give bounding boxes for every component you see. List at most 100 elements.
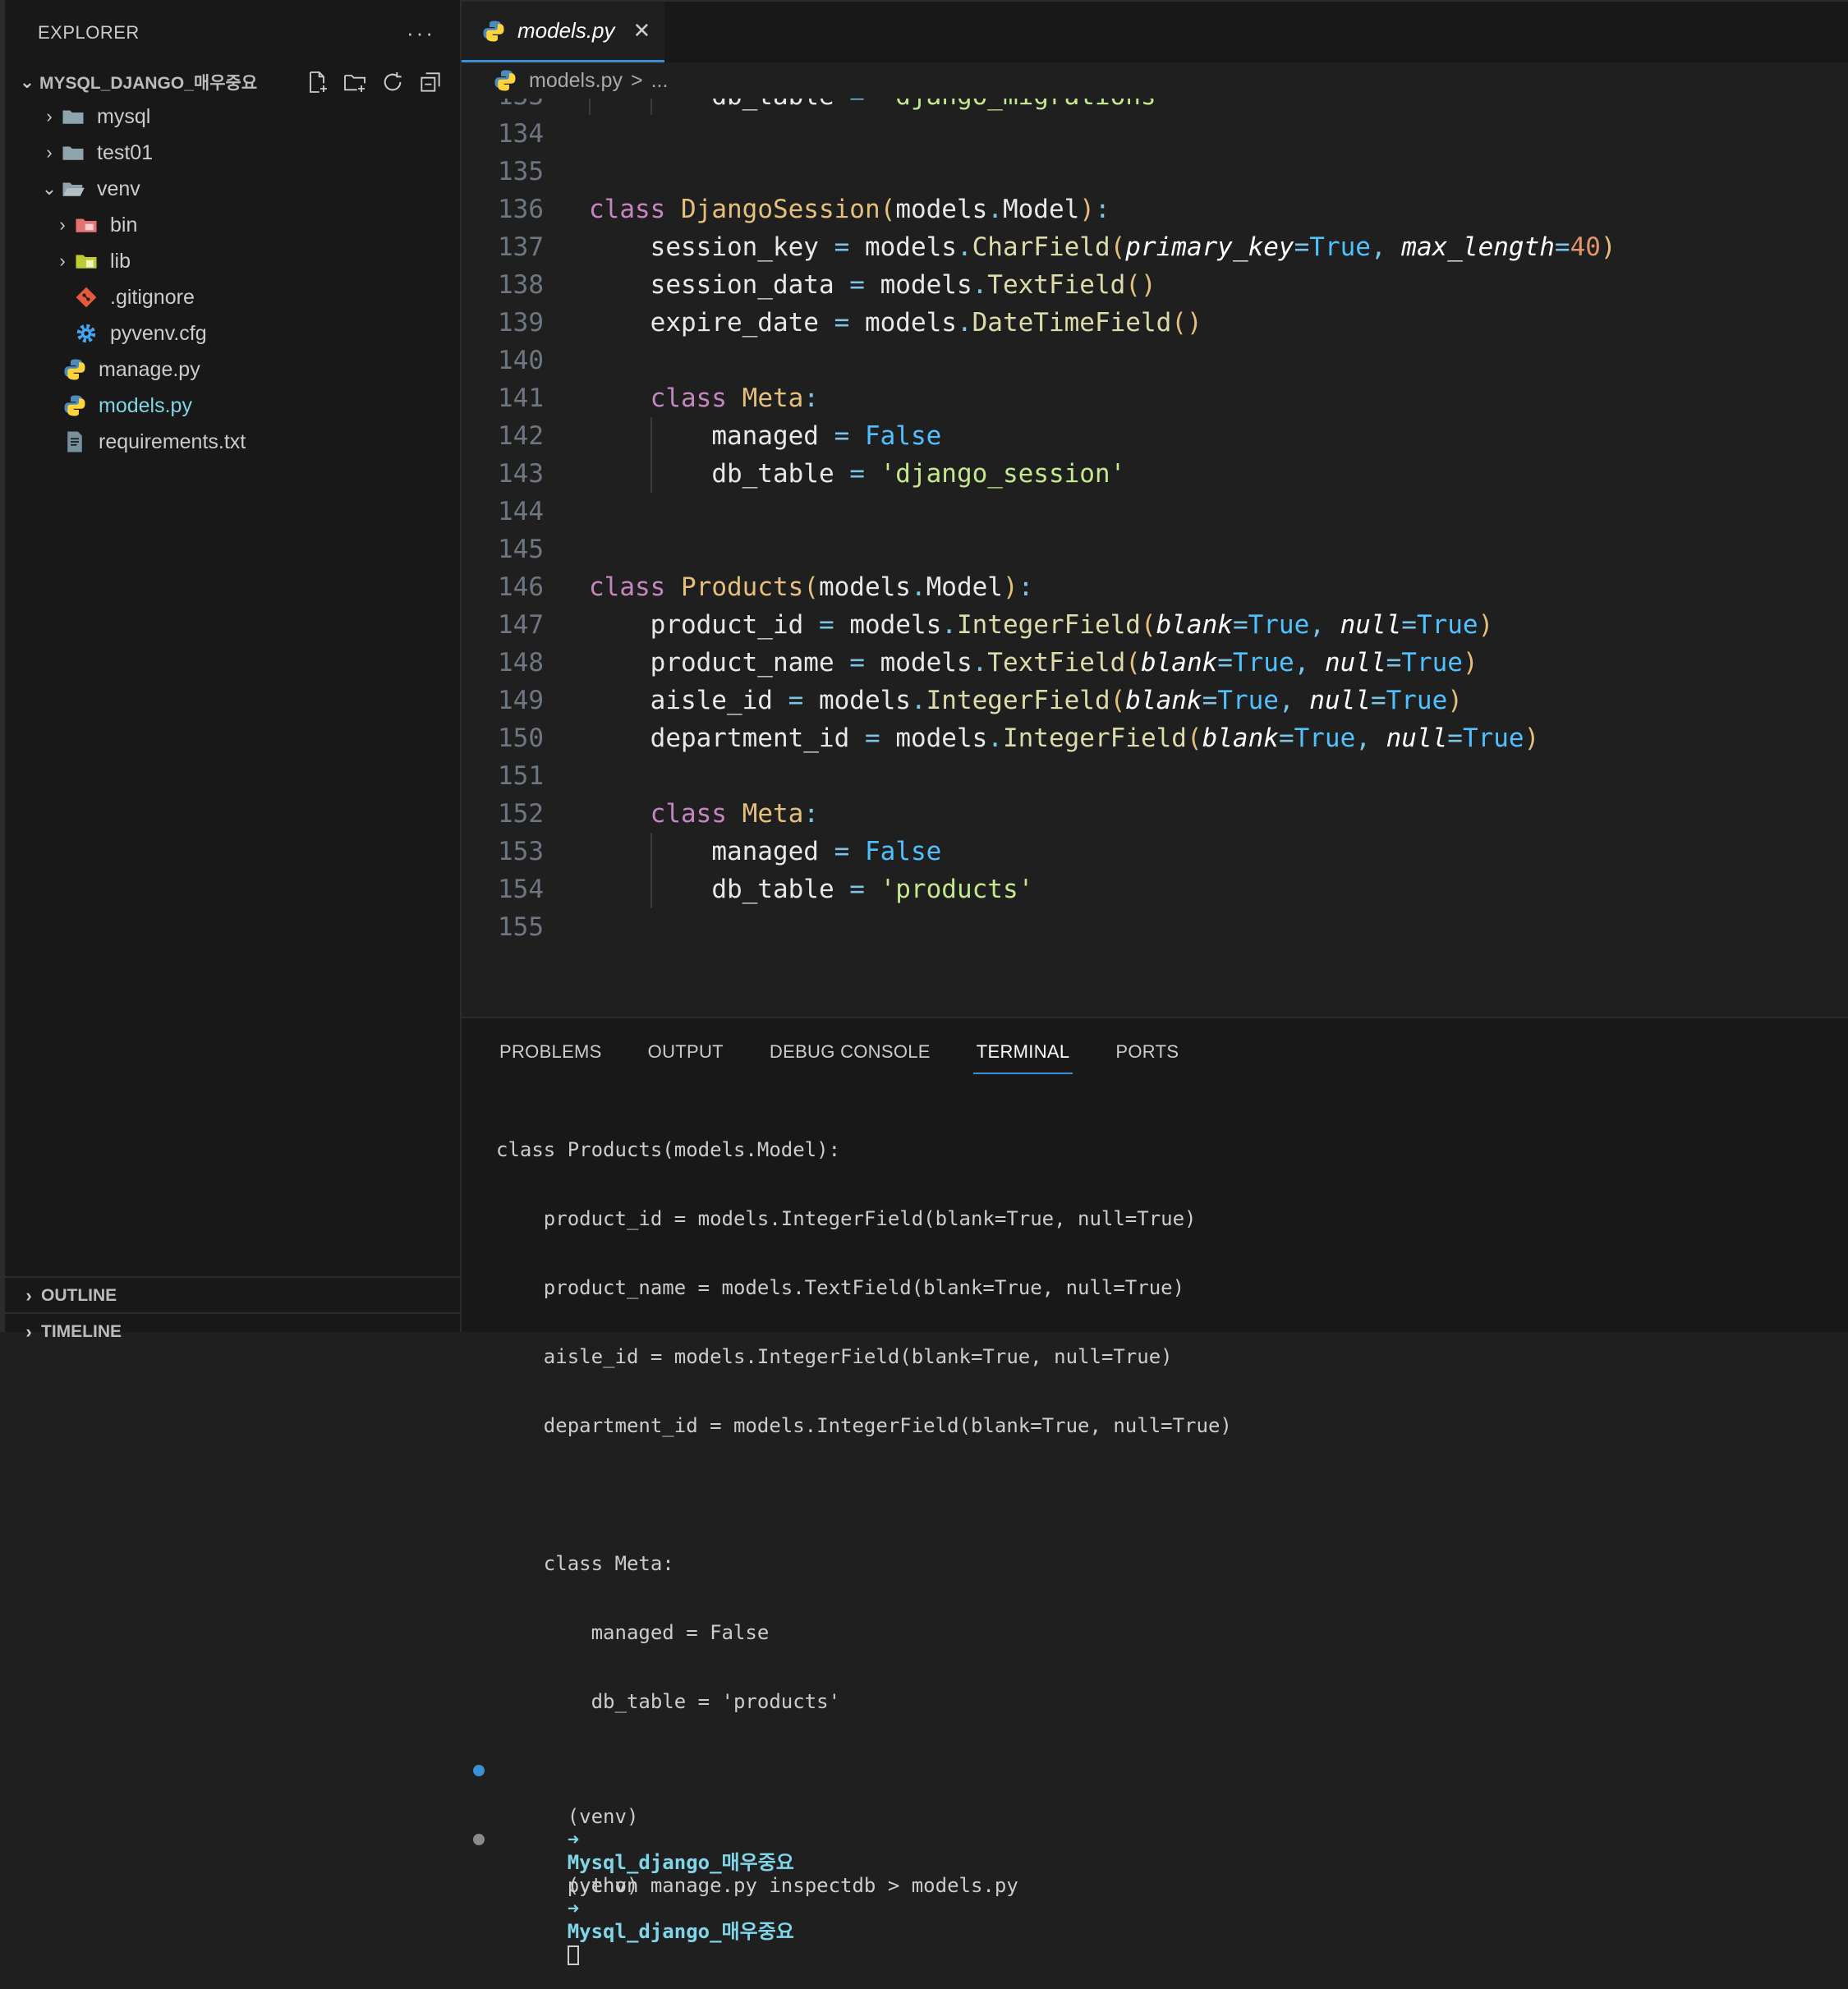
python-icon <box>493 68 517 93</box>
line-number: 149 <box>498 686 544 715</box>
outline-section[interactable]: › OUTLINE <box>5 1276 473 1314</box>
terminal-line: product_name = models.TextField(blank=Tr… <box>496 1276 1185 1299</box>
command-status-dot <box>473 1834 485 1845</box>
timeline-section[interactable]: › TIMELINE <box>5 1312 473 1350</box>
line-number: 144 <box>498 497 544 526</box>
code-text: db_table = 'products' <box>711 875 1034 904</box>
explorer-title: EXPLORER <box>38 22 140 43</box>
tree-item-manage-py[interactable]: manage.py <box>5 351 460 388</box>
indent-guide <box>589 99 591 115</box>
breadcrumb-file[interactable]: models.py <box>529 69 623 93</box>
tab-debug-console[interactable]: DEBUG CONSOLE <box>766 1041 934 1074</box>
line-number: 153 <box>498 837 544 866</box>
tab-models-py[interactable]: models.py ✕ <box>462 2 664 62</box>
code-line: 134 <box>462 115 1848 153</box>
code-text: class Products(models.Model): <box>589 572 1034 602</box>
tree-item-test01[interactable]: › test01 <box>5 135 460 171</box>
code-text: class DjangoSession(models.Model): <box>589 195 1110 224</box>
line-number: 152 <box>498 799 544 829</box>
project-root[interactable]: ⌄ MYSQL_DJANGO_매우중요 <box>5 66 460 99</box>
tab-terminal[interactable]: TERMINAL <box>972 1041 1073 1074</box>
terminal-line: product_id = models.IntegerField(blank=T… <box>496 1207 1197 1230</box>
code-line: 147 product_id = models.IntegerField(bla… <box>462 606 1848 644</box>
chevron-right-icon: › <box>25 1285 32 1306</box>
collapse-all-icon[interactable] <box>417 69 444 95</box>
new-file-icon[interactable] <box>304 69 330 95</box>
more-actions-icon[interactable]: ··· <box>407 21 435 46</box>
code-line: 153 managed = False <box>462 833 1848 870</box>
explorer-sidebar: EXPLORER ··· ⌄ MYSQL_DJANGO_매우중요 › mysql… <box>0 0 473 1342</box>
python-icon <box>62 357 87 382</box>
line-number: 137 <box>498 232 544 262</box>
terminal-line: class Meta: <box>496 1552 674 1575</box>
code-text: expire_date = models.DateTimeField() <box>650 308 1202 338</box>
line-number: 143 <box>498 459 544 489</box>
code-line: 135 <box>462 153 1848 191</box>
prompt-env: (venv) <box>567 1805 639 1828</box>
tree-item-label: manage.py <box>99 357 200 381</box>
code-line: 136 class DjangoSession(models.Model): <box>462 191 1848 228</box>
tree-item-pyvenv-cfg[interactable]: pyvenv.cfg <box>5 315 460 351</box>
explorer-header: EXPLORER ··· <box>5 0 460 66</box>
chevron-right-icon: › <box>59 250 66 271</box>
tree-item-label: .gitignore <box>110 285 195 309</box>
code-editor[interactable]: 133 db_table = 'django_migrations' 134 135… <box>462 99 1848 1017</box>
tree-item-label: lib <box>110 249 131 273</box>
refresh-icon[interactable] <box>379 69 406 95</box>
line-number: 140 <box>498 346 544 375</box>
tree-item-label: bin <box>110 213 138 237</box>
folder-icon <box>61 140 85 165</box>
code-line: 151 <box>462 757 1848 795</box>
folder-open-icon <box>61 177 85 201</box>
code-text: session_key = models.CharField(primary_k… <box>650 232 1616 262</box>
code-text: product_name = models.TextField(blank=Tr… <box>650 648 1478 678</box>
tree-item-venv[interactable]: ⌄ venv <box>5 171 460 207</box>
new-folder-icon[interactable] <box>342 69 368 95</box>
tree-item-mysql[interactable]: › mysql <box>5 99 460 135</box>
indent-guide <box>650 833 653 908</box>
prompt-arrow: ➜ <box>567 1897 580 1920</box>
tab-output[interactable]: OUTPUT <box>645 1041 727 1074</box>
chevron-right-icon: › <box>59 214 66 235</box>
tab-ports[interactable]: PORTS <box>1112 1041 1182 1074</box>
line-number: 151 <box>498 761 544 791</box>
tree-item-models-py[interactable]: models.py <box>5 388 460 424</box>
indent-guide <box>650 99 653 115</box>
code-text: product_id = models.IntegerField(blank=T… <box>650 610 1494 640</box>
code-line: 145 <box>462 531 1848 568</box>
code-line: 139 expire_date = models.DateTimeField() <box>462 304 1848 342</box>
code-line: 138 session_data = models.TextField() <box>462 266 1848 304</box>
code-line: 133 db_table = 'django_migrations' <box>462 99 1848 115</box>
terminal-line: department_id = models.IntegerField(blan… <box>496 1414 1232 1437</box>
code-text: db_table = 'django_migrations' <box>589 99 1171 115</box>
tree-item-lib[interactable]: › lib <box>5 243 460 279</box>
breadcrumb-more[interactable]: ... <box>651 69 669 93</box>
breadcrumb: models.py > ... <box>462 62 1848 99</box>
terminal-line: managed = False <box>496 1621 770 1644</box>
tree-item-bin[interactable]: › bin <box>5 207 460 243</box>
python-icon <box>62 393 87 418</box>
code-line: 148 product_name = models.TextField(blan… <box>462 644 1848 682</box>
folder-bin-icon <box>74 213 99 237</box>
code-text: class Meta: <box>650 799 819 829</box>
tree-item-requirements-txt[interactable]: requirements.txt <box>5 424 460 460</box>
code-text: managed = False <box>711 421 942 451</box>
close-icon[interactable]: ✕ <box>633 18 651 44</box>
tab-problems[interactable]: PROBLEMS <box>496 1041 605 1074</box>
terminal-output[interactable]: class Products(models.Model): product_id… <box>473 1092 1232 1965</box>
chevron-down-icon: ⌄ <box>41 178 57 199</box>
tree-item-label: pyvenv.cfg <box>110 321 207 345</box>
tree-item-label: mysql <box>97 104 151 128</box>
line-number: 155 <box>498 912 544 942</box>
line-number: 146 <box>498 572 544 602</box>
code-line: 150 department_id = models.IntegerField(… <box>462 719 1848 757</box>
code-line: 141 class Meta: <box>462 379 1848 417</box>
tree-item-gitignore[interactable]: .gitignore <box>5 279 460 315</box>
command-status-dot <box>473 1765 485 1776</box>
terminal-line: aisle_id = models.IntegerField(blank=Tru… <box>496 1345 1173 1368</box>
editor-tab-bar: models.py ✕ <box>462 0 1848 64</box>
line-number: 145 <box>498 535 544 564</box>
panel-tabs: PROBLEMS OUTPUT DEBUG CONSOLE TERMINAL P… <box>496 1041 1182 1074</box>
terminal-prompt: (venv) ➜ Mysql_django_매우중요 python manage… <box>473 1759 1232 1897</box>
tree-item-label: models.py <box>99 393 192 417</box>
